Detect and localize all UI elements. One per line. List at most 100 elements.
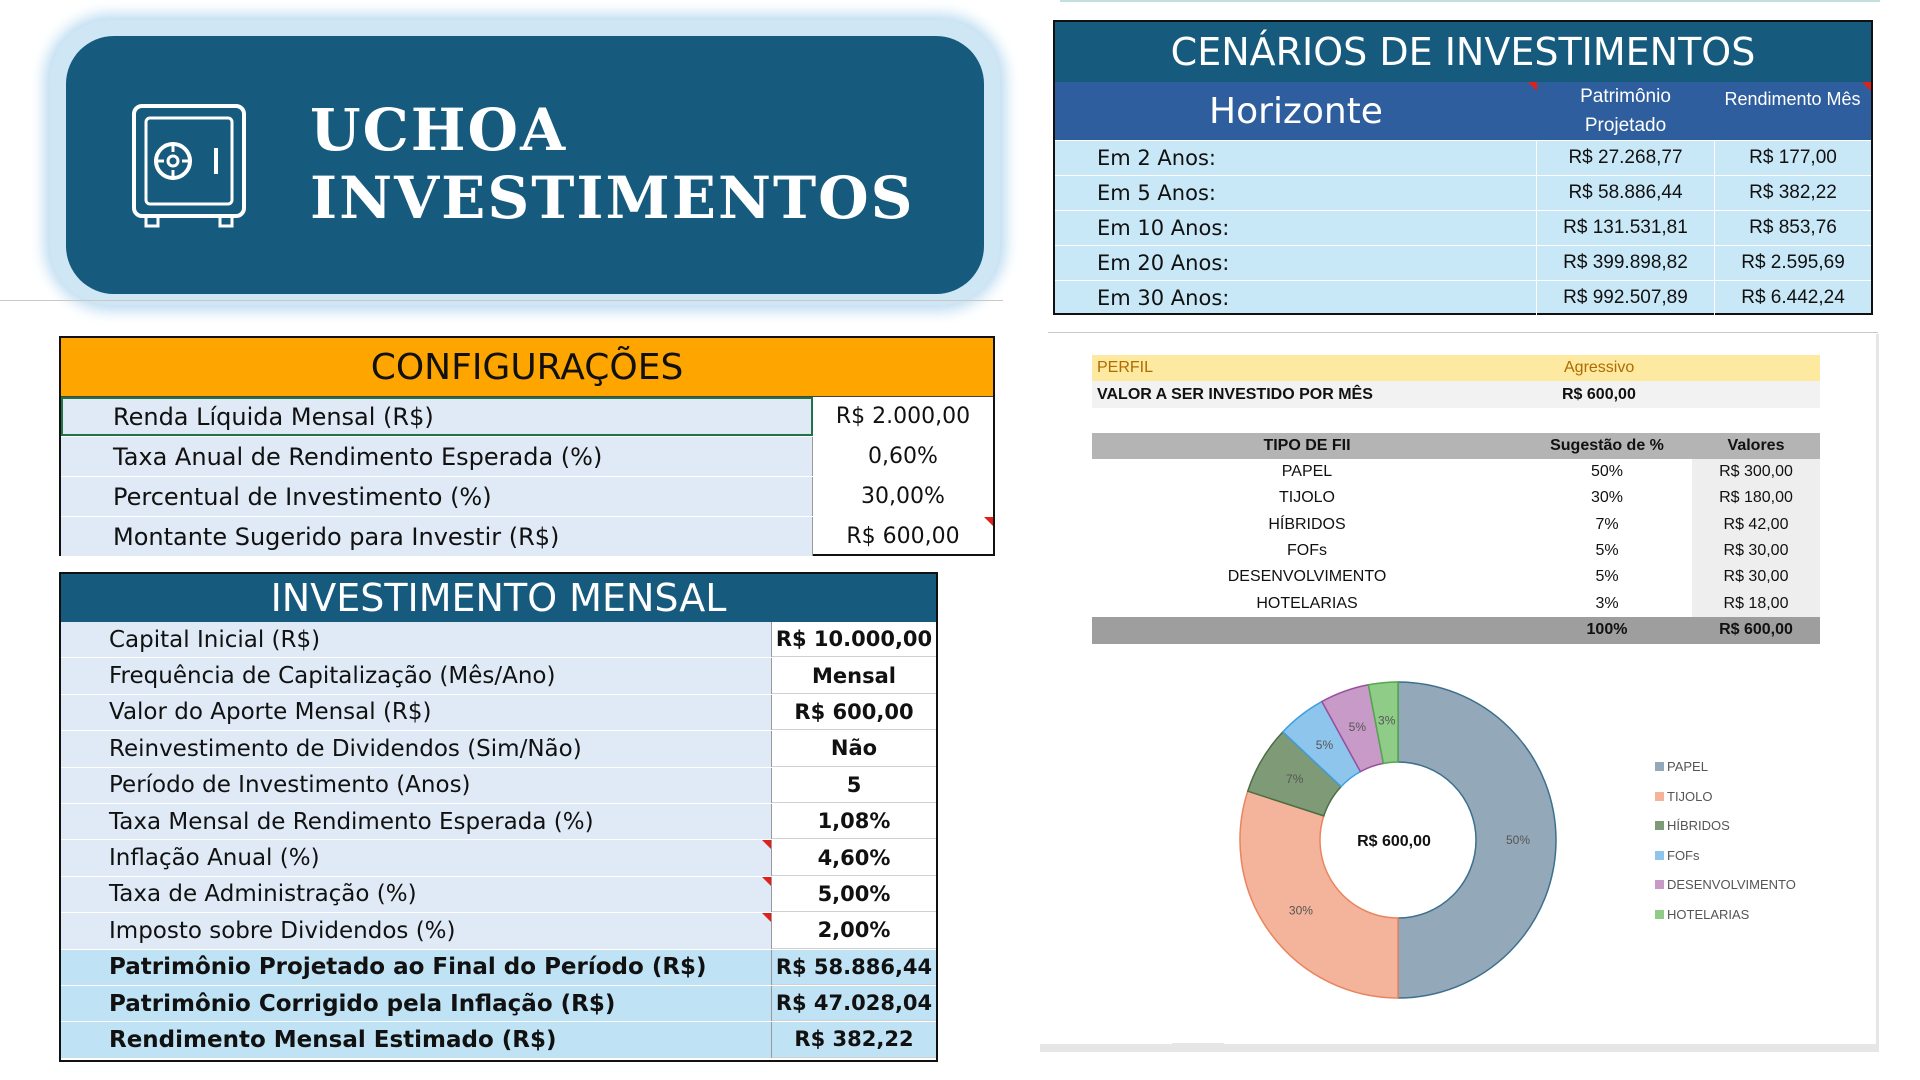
cenario-rendimento[interactable]: R$ 382,22	[1715, 176, 1871, 210]
fii-row: TIJOLO 30% R$ 180,00	[1092, 485, 1820, 512]
fii-sugestao[interactable]: 7%	[1522, 512, 1692, 538]
donut-chart[interactable]: 50% 30% 7% 5% 5% 3% R$ 600,00	[1230, 670, 1610, 1010]
mensal-row: Frequência de Capitalização (Mês/Ano) Men…	[61, 658, 936, 695]
perfil-value[interactable]: Agressivo	[1564, 355, 1634, 381]
mensal-label[interactable]: Frequência de Capitalização (Mês/Ano)	[61, 658, 772, 694]
comment-indicator-icon[interactable]	[984, 517, 993, 526]
fii-valor[interactable]: R$ 30,00	[1692, 564, 1820, 591]
comment-indicator-icon[interactable]	[762, 876, 771, 886]
donut-slice[interactable]	[1239, 790, 1399, 999]
mensal-label[interactable]: Período de Investimento (Anos)	[61, 767, 772, 803]
cenario-patrimonio[interactable]: R$ 131.531,81	[1537, 211, 1715, 245]
mensal-label-text: Inflação Anual (%)	[109, 845, 320, 872]
mensal-label[interactable]: Capital Inicial (R$)	[61, 622, 772, 658]
cenario-rendimento[interactable]: R$ 2.595,69	[1715, 246, 1871, 280]
cenario-rendimento[interactable]: R$ 6.442,24	[1715, 281, 1871, 315]
fii-valor[interactable]: R$ 30,00	[1692, 537, 1820, 565]
legend-item[interactable]: TIJOLO	[1655, 782, 1845, 812]
cenario-label[interactable]: Em 10 Anos:	[1055, 211, 1537, 245]
cenario-rendimento[interactable]: R$ 853,76	[1715, 211, 1871, 245]
fii-valor[interactable]: R$ 42,00	[1692, 511, 1820, 538]
comment-indicator-icon[interactable]	[1862, 82, 1871, 91]
mensal-label[interactable]: Patrimônio Projetado ao Final do Período…	[61, 949, 772, 985]
fii-tipo[interactable]: HÍBRIDOS	[1092, 512, 1522, 538]
legend-item[interactable]: FOFs	[1655, 841, 1845, 871]
mensal-value[interactable]: 2,00%	[772, 913, 936, 949]
fii-valor[interactable]: R$ 300,00	[1692, 459, 1820, 486]
config-table: CONFIGURAÇÕES Renda Líquida Mensal (R$) …	[59, 336, 995, 556]
config-label[interactable]: Montante Sugerido para Investir (R$)	[61, 517, 813, 556]
mensal-value[interactable]: 5,00%	[772, 877, 936, 913]
mensal-row: Taxa Mensal de Rendimento Esperada (%) 1,…	[61, 803, 936, 841]
fii-row: DESENVOLVIMENTO 5% R$ 30,00	[1092, 564, 1820, 591]
legend-label: PAPEL	[1667, 759, 1708, 775]
mensal-value[interactable]: R$ 600,00	[772, 695, 936, 731]
mensal-value[interactable]: R$ 382,22	[772, 1022, 936, 1058]
comment-indicator-icon[interactable]	[762, 913, 771, 923]
donut-slice-label: 50%	[1506, 833, 1530, 847]
fii-valor[interactable]: R$ 180,00	[1692, 485, 1820, 512]
cenario-label[interactable]: Em 2 Anos:	[1055, 141, 1537, 175]
fii-sugestao[interactable]: 5%	[1522, 538, 1692, 564]
legend-item[interactable]: PAPEL	[1655, 752, 1845, 782]
fii-valor[interactable]: R$ 18,00	[1692, 590, 1820, 617]
mensal-label-text: Reinvestimento de Dividendos (Sim/Não)	[109, 735, 582, 762]
mensal-label[interactable]: Reinvestimento de Dividendos (Sim/Não)	[61, 731, 772, 767]
mensal-value[interactable]: 1,08%	[772, 804, 936, 840]
comment-indicator-icon[interactable]	[762, 840, 771, 850]
cenario-label[interactable]: Em 20 Anos:	[1055, 246, 1537, 280]
cenario-patrimonio[interactable]: R$ 992.507,89	[1537, 281, 1715, 315]
mensal-value[interactable]: Não	[772, 731, 936, 767]
cenario-label[interactable]: Em 5 Anos:	[1055, 176, 1537, 210]
mensal-label[interactable]: Taxa Mensal de Rendimento Esperada (%)	[61, 803, 772, 840]
fii-tipo[interactable]: DESENVOLVIMENTO	[1092, 564, 1522, 590]
divider	[1048, 332, 1878, 333]
mensal-value[interactable]: R$ 47.028,04	[772, 985, 936, 1022]
mensal-label[interactable]: Valor do Aporte Mensal (R$)	[61, 694, 772, 731]
config-title: CONFIGURAÇÕES	[61, 338, 993, 397]
fii-total-sugestao: 100%	[1586, 621, 1628, 639]
mensal-value[interactable]: R$ 58.886,44	[772, 949, 936, 985]
cenario-patrimonio[interactable]: R$ 58.886,44	[1537, 176, 1715, 210]
config-label[interactable]: Renda Líquida Mensal (R$)	[61, 397, 813, 436]
mensal-label-text: Capital Inicial (R$)	[109, 626, 321, 653]
config-label[interactable]: Taxa Anual de Rendimento Esperada (%)	[61, 437, 813, 476]
mensal-label[interactable]: Inflação Anual (%)	[61, 840, 772, 876]
mensal-label[interactable]: Taxa de Administração (%)	[61, 876, 772, 913]
cenario-label[interactable]: Em 30 Anos:	[1055, 281, 1537, 315]
comment-indicator-icon[interactable]	[1528, 82, 1537, 91]
fii-tipo[interactable]: TIJOLO	[1092, 485, 1522, 511]
cenario-rendimento[interactable]: R$ 177,00	[1715, 141, 1871, 175]
mensal-label[interactable]: Imposto sobre Dividendos (%)	[61, 913, 772, 949]
fii-tipo[interactable]: FOFs	[1092, 538, 1522, 564]
config-value[interactable]: R$ 600,00	[813, 517, 993, 556]
config-value[interactable]: R$ 2.000,00	[813, 397, 993, 436]
cenarios-header-row: Horizonte Patrimônio Projetado Rendiment…	[1055, 82, 1871, 140]
fii-sugestao[interactable]: 5%	[1522, 564, 1692, 590]
mensal-value[interactable]: 5	[772, 768, 936, 803]
legend-item[interactable]: DESENVOLVIMENTO	[1655, 870, 1845, 900]
config-value[interactable]: 0,60%	[813, 437, 993, 476]
fii-tipo[interactable]: PAPEL	[1092, 459, 1522, 485]
config-row: Percentual de Investimento (%) 30,00%	[61, 477, 993, 517]
cenario-patrimonio[interactable]: R$ 27.268,77	[1537, 141, 1715, 175]
valor-mes-row: VALOR A SER INVESTIDO POR MÊS R$ 600,00	[1092, 381, 1820, 408]
legend-item[interactable]: HOTELARIAS	[1655, 900, 1845, 930]
mensal-row: Reinvestimento de Dividendos (Sim/Não) Nã…	[61, 731, 936, 768]
valor-mes-value[interactable]: R$ 600,00	[1562, 381, 1636, 408]
mensal-value[interactable]: 4,60%	[772, 840, 936, 876]
fii-sugestao[interactable]: 50%	[1522, 459, 1692, 485]
config-label[interactable]: Percentual de Investimento (%)	[61, 477, 813, 516]
fii-sugestao[interactable]: 3%	[1522, 590, 1692, 616]
fii-sugestao[interactable]: 30%	[1522, 485, 1692, 511]
mensal-value[interactable]: R$ 10.000,00	[772, 622, 936, 658]
mensal-label[interactable]: Rendimento Mensal Estimado (R$)	[61, 1022, 772, 1058]
fii-tipo[interactable]: HOTELARIAS	[1092, 590, 1522, 616]
mensal-row: Taxa de Administração (%) 5,00%	[61, 876, 936, 914]
mensal-value[interactable]: Mensal	[772, 658, 936, 694]
legend-item[interactable]: HÍBRIDOS	[1655, 811, 1845, 841]
legend-swatch	[1655, 880, 1664, 890]
mensal-label[interactable]: Patrimônio Corrigido pela Inflação (R$)	[61, 985, 772, 1022]
cenario-patrimonio[interactable]: R$ 399.898,82	[1537, 246, 1715, 280]
config-value[interactable]: 30,00%	[813, 477, 993, 516]
